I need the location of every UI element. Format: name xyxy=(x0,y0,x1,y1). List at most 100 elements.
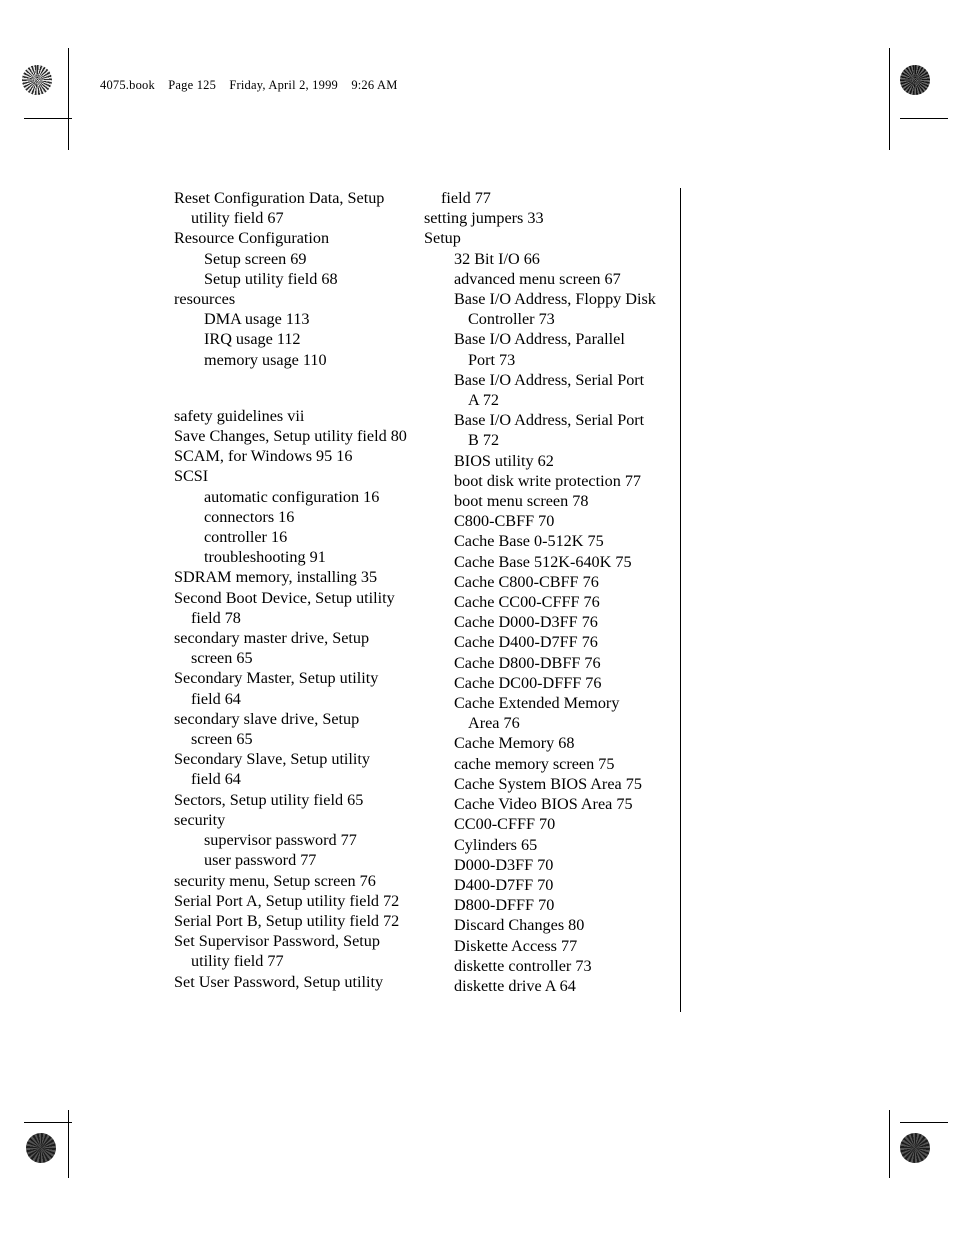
index-entry: automatic configuration 16 xyxy=(204,487,380,506)
index-entry: boot disk write protection 77 xyxy=(454,471,642,490)
halftone-rosette-icon xyxy=(900,65,930,95)
crop-rule-bottom-right xyxy=(889,1110,890,1178)
index-entry: Base I/O Address, Serial Port xyxy=(454,370,645,389)
index-entry: diskette controller 73 xyxy=(454,956,592,975)
index-entry: cache memory screen 75 xyxy=(454,754,615,773)
index-entry: memory usage 110 xyxy=(204,350,327,369)
index-entry: Setup utility field 68 xyxy=(204,269,338,288)
header-date: Friday, April 2, 1999 xyxy=(229,78,338,92)
crop-rule-top-right xyxy=(889,48,890,150)
index-entry: CC00-CFFF 70 xyxy=(454,815,556,834)
index-entry: safety guidelines vii xyxy=(174,406,305,425)
index-entry: C800-CBFF 70 xyxy=(454,512,555,531)
index-entry: Cache C800-CBFF 76 xyxy=(454,572,599,591)
index-entry: D000-D3FF 70 xyxy=(454,855,554,874)
index-entry: Cache Video BIOS Area 75 xyxy=(454,795,633,814)
index-entry: Cache System BIOS Area 75 xyxy=(454,774,642,793)
index-entry: setting jumpers 33 xyxy=(424,209,544,228)
index-entry: Set Supervisor Password, Setup xyxy=(174,932,380,951)
index-entry: Cache CC00-CFFF 76 xyxy=(454,593,600,612)
index-entry: SCAM, for Windows 95 16 xyxy=(174,447,353,466)
running-header: 4075.book Page 125 Friday, April 2, 1999… xyxy=(100,78,408,93)
index-entry: Base I/O Address, Serial Port xyxy=(454,411,645,430)
registration-target-icon xyxy=(24,1090,54,1120)
index-entry: screen 65 xyxy=(191,730,253,749)
index-entry: Diskette Access 77 xyxy=(454,936,578,955)
index-entry: Cache DC00-DFFF 76 xyxy=(454,673,602,692)
index-entry: field 78 xyxy=(191,608,241,627)
index-entry: field 64 xyxy=(191,689,241,708)
index-entry: D400-D7FF 70 xyxy=(454,875,554,894)
registration-target-icon xyxy=(900,602,930,632)
registration-target-icon xyxy=(900,114,930,144)
registration-target-icon xyxy=(849,73,879,103)
index-entry: D800-DFFF 70 xyxy=(454,896,555,915)
index-entry: secondary master drive, Setup xyxy=(174,629,370,648)
index-entry: Cache Base 0-512K 75 xyxy=(454,532,604,551)
text-block-right-rule xyxy=(680,188,681,1012)
crop-rule-bottom-left xyxy=(68,1110,69,1178)
index-entry: screen 65 xyxy=(191,649,253,668)
index-column-left: Reset Configuration Data, Setup utility f… xyxy=(174,188,414,992)
index-entry: IRQ usage 112 xyxy=(204,330,301,349)
index-entry: B 72 xyxy=(468,431,500,450)
crop-rule-right-lower xyxy=(900,1122,948,1123)
registration-target-icon xyxy=(76,1134,106,1164)
index-body: Reset Configuration Data, Setup utility f… xyxy=(174,188,680,1014)
index-entry: Reset Configuration Data, Setup xyxy=(174,189,385,207)
index-entry: Setup screen 69 xyxy=(204,249,307,268)
index-entry: security menu, Setup screen 76 xyxy=(174,871,376,890)
index-entry: security xyxy=(174,810,226,829)
index-entry: Cache D000-D3FF 76 xyxy=(454,613,598,632)
index-entry: boot menu screen 78 xyxy=(454,492,589,511)
index-entry: A 72 xyxy=(468,391,500,410)
index-entry: Cache Memory 68 xyxy=(454,734,575,753)
index-entry: secondary slave drive, Setup xyxy=(174,709,360,728)
index-entry: Resource Configuration xyxy=(174,229,330,248)
index-entry: Serial Port A, Setup utility field 72 xyxy=(174,891,400,910)
index-entry: Second Boot Device, Setup utility xyxy=(174,588,395,607)
index-entry: Sectors, Setup utility field 65 xyxy=(174,790,364,809)
index-entry: Discard Changes 80 xyxy=(454,916,585,935)
halftone-rosette-icon xyxy=(26,1133,56,1163)
index-entry: DMA usage 113 xyxy=(204,310,310,329)
index-entry: field 64 xyxy=(191,770,241,789)
index-entry: Set User Password, Setup utility xyxy=(174,972,384,991)
index-entry: 32 Bit I/O 66 xyxy=(454,249,540,268)
registration-target-icon xyxy=(900,1090,930,1120)
index-entry: Save Changes, Setup utility field 80 xyxy=(174,427,407,446)
halftone-rosette-icon xyxy=(900,1133,930,1163)
index-entry: Cache D400-D7FF 76 xyxy=(454,633,598,652)
index-entry: Area 76 xyxy=(468,714,520,733)
index-entry: Secondary Slave, Setup utility xyxy=(174,750,371,769)
index-entry: Secondary Master, Setup utility xyxy=(174,669,379,688)
index-entry: supervisor password 77 xyxy=(204,831,357,850)
index-entry: SDRAM memory, installing 35 xyxy=(174,568,378,587)
index-entry: controller 16 xyxy=(204,528,288,547)
index-entry: Port 73 xyxy=(468,350,516,369)
index-column-right: field 77 setting jumpers 33 Setup 32 Bit I/… xyxy=(424,188,664,996)
index-entry: Setup xyxy=(424,229,461,248)
index-section-gap xyxy=(174,370,414,406)
page-root: { "page": { "running_header": { "filenam… xyxy=(0,0,954,1235)
index-entry: Controller 73 xyxy=(468,310,555,329)
index-entry: utility field 67 xyxy=(191,209,284,228)
index-entry: field 77 xyxy=(441,189,491,207)
index-entry: Base I/O Address, Floppy Disk xyxy=(454,290,656,309)
index-entry: Base I/O Address, Parallel xyxy=(454,330,625,349)
index-entry: resources xyxy=(174,290,236,309)
index-entry: advanced menu screen 67 xyxy=(454,269,621,288)
registration-target-icon xyxy=(24,602,54,632)
index-entry: BIOS utility 62 xyxy=(454,451,554,470)
index-entry: Cache D800-DBFF 76 xyxy=(454,653,601,672)
registration-target-icon xyxy=(24,114,54,144)
index-entry: connectors 16 xyxy=(204,507,295,526)
crop-rule-top-left xyxy=(68,48,69,150)
header-time: 9:26 AM xyxy=(351,78,398,92)
index-entry: troubleshooting 91 xyxy=(204,548,326,567)
registration-target-icon xyxy=(463,1134,493,1164)
index-entry: SCSI xyxy=(174,467,209,486)
registration-target-icon xyxy=(849,1134,879,1164)
index-entry: Cache Base 512K-640K 75 xyxy=(454,552,632,571)
index-entry: user password 77 xyxy=(204,851,317,870)
